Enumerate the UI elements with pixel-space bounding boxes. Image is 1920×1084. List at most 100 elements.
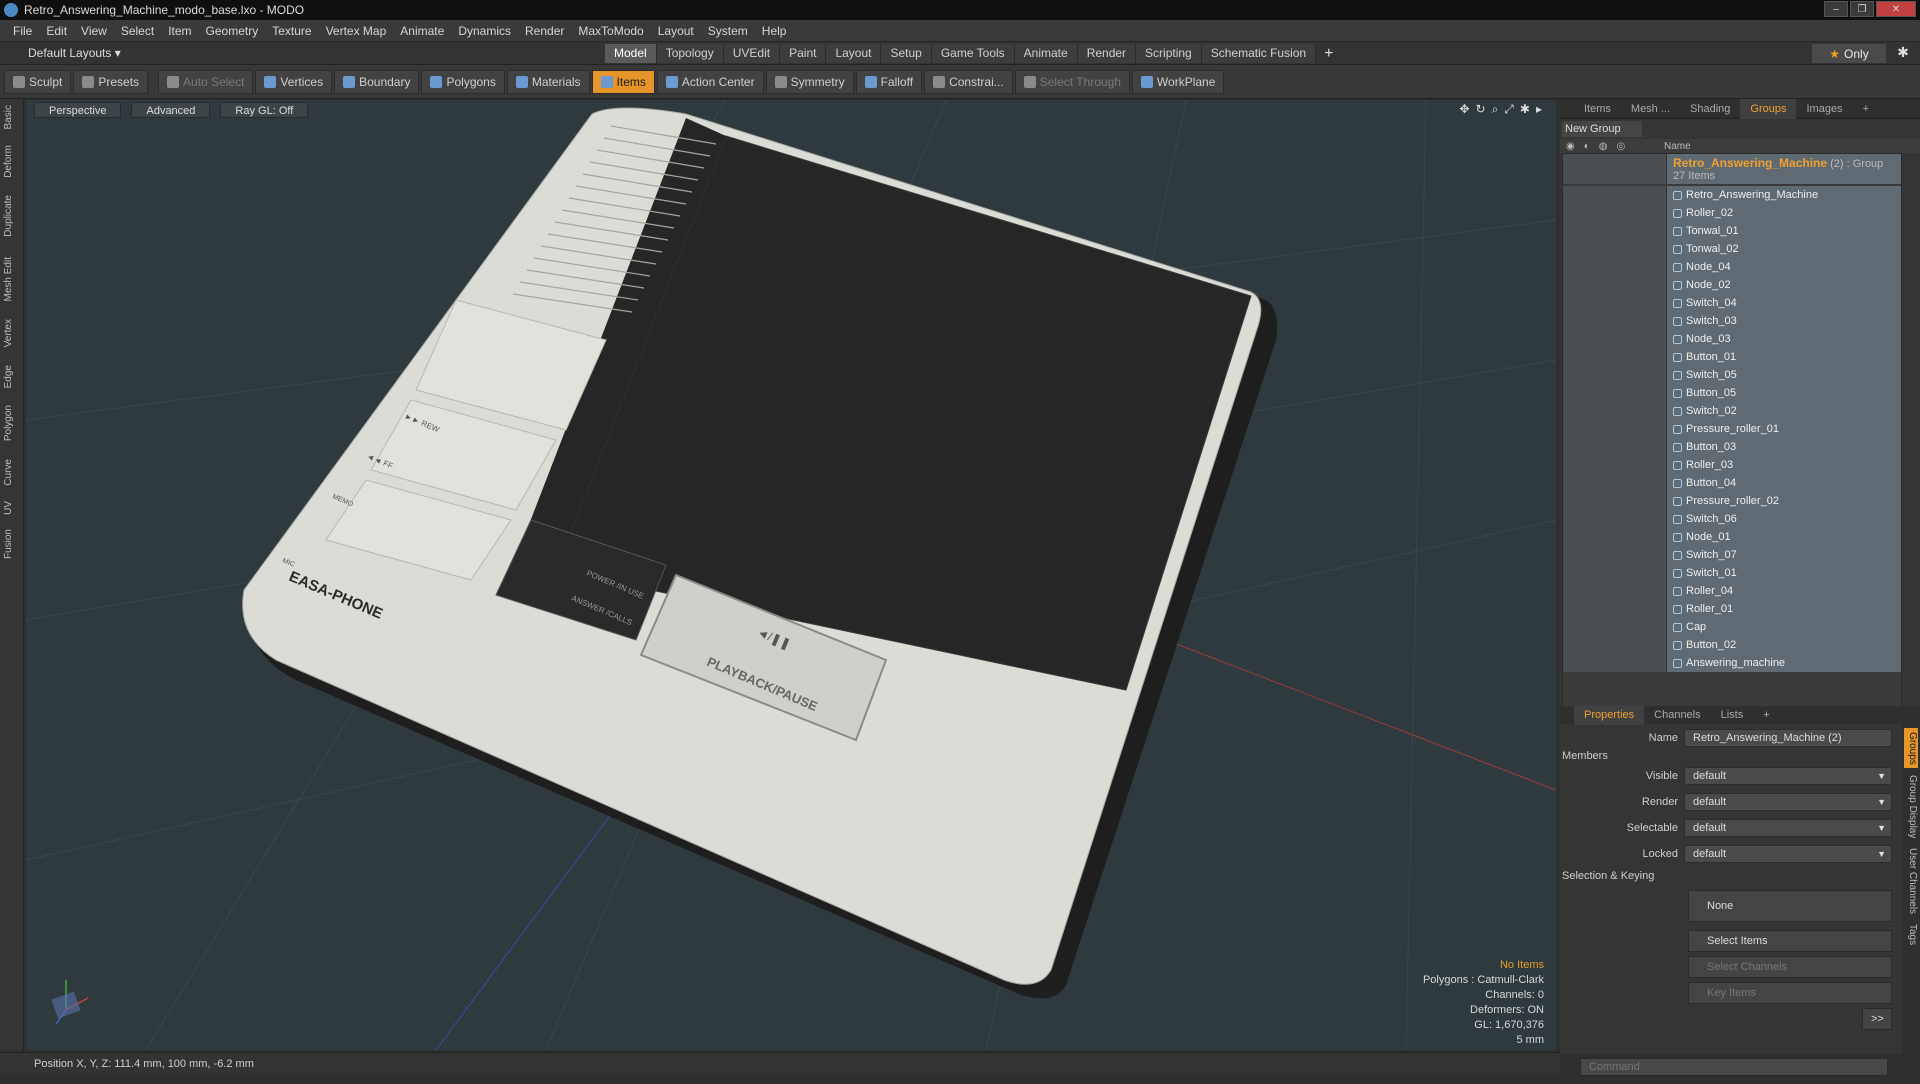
vtab-vertex[interactable]: Vertex	[3, 319, 21, 347]
render-icon[interactable]: ◐	[1584, 141, 1590, 152]
selection-keying-section[interactable]: Selection & Keying	[1562, 870, 1654, 882]
close-button[interactable]: ✕	[1876, 1, 1916, 17]
symmetry-button[interactable]: Symmetry	[765, 69, 854, 94]
eye-icon[interactable]: ◉	[1566, 141, 1575, 152]
list-item[interactable]: Roller_02	[1563, 204, 1901, 222]
list-item[interactable]: Switch_02	[1563, 402, 1901, 420]
answering-machine-model[interactable]	[242, 107, 1278, 999]
tab-mesh[interactable]: Mesh ...	[1621, 99, 1680, 119]
workplane-button[interactable]: WorkPlane	[1131, 69, 1225, 94]
tab-items[interactable]: Items	[1574, 99, 1621, 119]
fit-icon[interactable]: ⤢	[1504, 102, 1514, 117]
menu-animate[interactable]: Animate	[393, 24, 451, 38]
rotate-icon[interactable]: ↻	[1476, 102, 1486, 117]
tab-setup[interactable]: Setup	[881, 44, 932, 63]
list-item[interactable]: Answering_machine	[1563, 654, 1901, 672]
tab-layout[interactable]: Layout	[826, 44, 882, 63]
select-channels-button[interactable]: Select Channels	[1688, 956, 1892, 978]
maximize-button[interactable]: ❐	[1850, 1, 1874, 17]
shading-button[interactable]: Advanced	[131, 102, 211, 118]
list-item[interactable]: Switch_01	[1563, 564, 1901, 582]
vtab-deform[interactable]: Deform	[3, 145, 21, 178]
list-item[interactable]: Pressure_roller_01	[1563, 420, 1901, 438]
side-tab-group-display[interactable]: Group Display	[1904, 772, 1918, 842]
menu-dynamics[interactable]: Dynamics	[451, 24, 518, 38]
viewport-menu-icon[interactable]: ▸	[1536, 102, 1542, 117]
list-item[interactable]: Switch_03	[1563, 312, 1901, 330]
tab-game-tools[interactable]: Game Tools	[931, 44, 1015, 63]
side-tab-groups[interactable]: Groups	[1904, 728, 1918, 768]
locked-dropdown[interactable]: default ▼	[1684, 845, 1892, 863]
constrain-button[interactable]: Constrai...	[924, 69, 1013, 94]
menu-maxtomodo[interactable]: MaxToModo	[571, 24, 650, 38]
list-item[interactable]: Switch_05	[1563, 366, 1901, 384]
list-item[interactable]: Button_02	[1563, 636, 1901, 654]
members-section[interactable]: Members	[1562, 750, 1608, 762]
name-column-header[interactable]: Name	[1664, 141, 1691, 152]
zoom-icon[interactable]: ⌕	[1492, 102, 1499, 117]
menu-layout[interactable]: Layout	[651, 24, 701, 38]
key-items-button[interactable]: Key Items	[1688, 982, 1892, 1004]
list-item[interactable]: Switch_04	[1563, 294, 1901, 312]
select-through-button[interactable]: Select Through	[1014, 69, 1130, 94]
tab-topology[interactable]: Topology	[656, 44, 724, 63]
vtab-uv[interactable]: UV	[3, 501, 21, 515]
tab-schematic-fusion[interactable]: Schematic Fusion	[1201, 44, 1317, 63]
menu-texture[interactable]: Texture	[265, 24, 318, 38]
vtab-edge[interactable]: Edge	[3, 365, 21, 388]
tab-properties[interactable]: Properties	[1574, 705, 1645, 725]
list-item[interactable]: Node_01	[1563, 528, 1901, 546]
list-item[interactable]: Button_01	[1563, 348, 1901, 366]
new-group-button[interactable]: New Group	[1562, 121, 1642, 137]
scene-canvas[interactable]: EASA-PHONE MIC ►► REW ◄◄ FF MEMO POWER /…	[26, 100, 1556, 1050]
menu-select[interactable]: Select	[114, 24, 161, 38]
select-items-button[interactable]: Select Items	[1688, 930, 1892, 952]
tab-shading[interactable]: Shading	[1680, 99, 1740, 119]
boundary-button[interactable]: Boundary	[334, 69, 420, 94]
add-panel-tab-icon[interactable]: +	[1853, 99, 1879, 119]
command-input[interactable]	[1580, 1058, 1888, 1076]
menu-file[interactable]: File	[6, 24, 39, 38]
gear-icon[interactable]: ✱	[1892, 44, 1914, 63]
lock-icon[interactable]: ◍	[1599, 141, 1608, 152]
falloff-button[interactable]: Falloff	[855, 69, 923, 94]
list-item[interactable]: Node_02	[1563, 276, 1901, 294]
tab-groups[interactable]: Groups	[1740, 98, 1797, 119]
vtab-polygon[interactable]: Polygon	[3, 405, 21, 441]
tab-render[interactable]: Render	[1077, 44, 1137, 63]
visible-dropdown[interactable]: default ▼	[1684, 767, 1892, 785]
list-item[interactable]: Switch_06	[1563, 510, 1901, 528]
name-field[interactable]: Retro_Answering_Machine (2)	[1684, 729, 1892, 747]
add-prop-tab-icon[interactable]: +	[1753, 705, 1779, 725]
3d-viewport[interactable]: EASA-PHONE MIC ►► REW ◄◄ FF MEMO POWER /…	[26, 100, 1556, 1050]
list-item[interactable]: Button_05	[1563, 384, 1901, 402]
list-item[interactable]: Switch_07	[1563, 546, 1901, 564]
menu-system[interactable]: System	[701, 24, 755, 38]
list-item[interactable]: Tonwal_01	[1563, 222, 1901, 240]
vtab-duplicate[interactable]: Duplicate	[3, 195, 21, 237]
materials-button[interactable]: Materials	[506, 69, 590, 94]
action-center-button[interactable]: Action Center	[656, 69, 764, 94]
list-item[interactable]: Button_04	[1563, 474, 1901, 492]
vertices-button[interactable]: Vertices	[255, 69, 333, 94]
render-dropdown[interactable]: default ▼	[1684, 793, 1892, 811]
list-item[interactable]: Button_03	[1563, 438, 1901, 456]
tab-uvedit[interactable]: UVEdit	[723, 44, 781, 63]
auto-select-button[interactable]: Auto Select	[158, 69, 254, 94]
tab-scripting[interactable]: Scripting	[1136, 44, 1202, 63]
list-item[interactable]: Tonwal_02	[1563, 240, 1901, 258]
only-toggle[interactable]: ★ Only	[1812, 44, 1886, 63]
selectable-dropdown[interactable]: default ▼	[1684, 819, 1892, 837]
tab-model[interactable]: Model	[605, 44, 657, 63]
minimize-button[interactable]: ‒	[1824, 1, 1848, 17]
menu-view[interactable]: View	[74, 24, 114, 38]
list-item[interactable]: Pressure_roller_02	[1563, 492, 1901, 510]
menu-help[interactable]: Help	[755, 24, 794, 38]
tab-paint[interactable]: Paint	[780, 44, 827, 63]
menu-vertex-map[interactable]: Vertex Map	[319, 24, 394, 38]
view-type-button[interactable]: Perspective	[34, 102, 122, 118]
list-item[interactable]: Roller_04	[1563, 582, 1901, 600]
tab-images[interactable]: Images	[1796, 99, 1852, 119]
items-button[interactable]: Items	[591, 69, 655, 94]
group-list[interactable]: Retro_Answering_Machine (2) : Group 27 I…	[1562, 153, 1902, 723]
